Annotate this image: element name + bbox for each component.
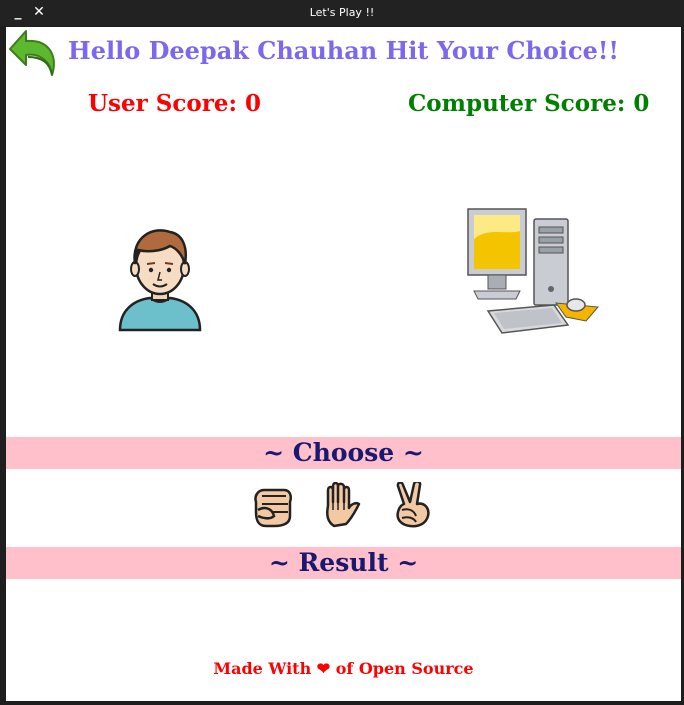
window-title: Let's Play !! [309, 6, 375, 19]
user-score: User Score: 0 [88, 90, 261, 117]
footer-credit: Made With ❤ of Open Source [6, 659, 681, 678]
heart-icon: ❤ [316, 659, 331, 678]
scissors-hand-icon[interactable] [390, 482, 436, 528]
greeting-heading: Hello Deepak Chauhan Hit Your Choice!! [68, 36, 619, 65]
game-window: Hello Deepak Chauhan Hit Your Choice!! U… [6, 27, 681, 701]
choose-banner: ~ Choose ~ [6, 437, 681, 469]
window-titlebar: _ ✕ Let's Play !! [0, 0, 684, 26]
user-avatar-icon [118, 229, 202, 332]
paper-hand-icon[interactable] [318, 482, 364, 528]
rock-hand-icon[interactable] [250, 482, 296, 528]
computer-score: Computer Score: 0 [408, 90, 650, 117]
computer-avatar-icon [467, 208, 600, 334]
footer-text-before: Made With [213, 659, 317, 678]
result-banner: ~ Result ~ [6, 547, 681, 579]
footer-text-after: of Open Source [330, 659, 474, 678]
